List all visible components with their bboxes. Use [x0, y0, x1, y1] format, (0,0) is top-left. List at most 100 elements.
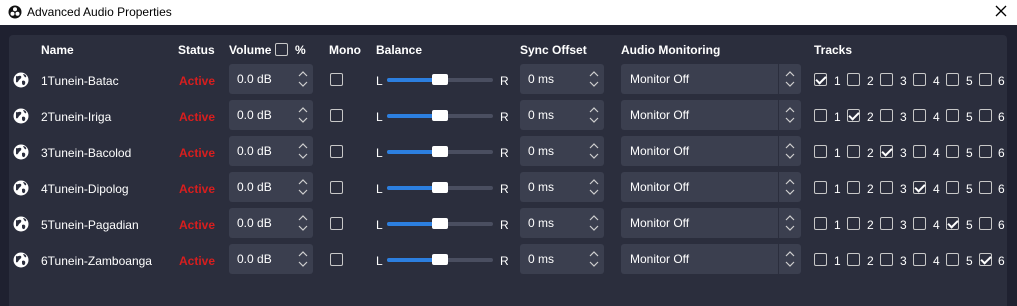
sync-offset-spinbox[interactable]: 0 ms [520, 172, 604, 202]
volume-spinbox[interactable]: 0.0 dB [229, 244, 313, 274]
track-label-5: 5 [966, 146, 973, 160]
track-checkbox-5[interactable] [946, 181, 959, 194]
mono-checkbox[interactable] [330, 217, 343, 230]
balance-right-label: R [500, 254, 509, 268]
track-checkbox-3[interactable] [880, 73, 893, 86]
balance-handle[interactable] [432, 254, 448, 265]
balance-handle[interactable] [432, 110, 448, 121]
dropdown-arrows-icon[interactable] [784, 68, 796, 90]
track-checkbox-3[interactable] [880, 253, 893, 266]
balance-slider[interactable] [387, 182, 493, 193]
close-icon[interactable] [993, 3, 1009, 19]
track-checkbox-2[interactable] [847, 217, 860, 230]
track-checkbox-2[interactable] [847, 145, 860, 158]
track-checkbox-2[interactable] [847, 109, 860, 122]
mono-checkbox[interactable] [330, 109, 343, 122]
track-checkbox-1[interactable] [814, 253, 827, 266]
balance-slider[interactable] [387, 110, 493, 121]
globe-icon [13, 216, 29, 232]
balance-slider[interactable] [387, 74, 493, 85]
spin-arrows-icon[interactable] [297, 212, 309, 234]
track-checkbox-1[interactable] [814, 181, 827, 194]
track-checkbox-4[interactable] [913, 109, 926, 122]
track-checkbox-3[interactable] [880, 145, 893, 158]
mono-checkbox[interactable] [330, 253, 343, 266]
track-checkbox-4[interactable] [913, 73, 926, 86]
track-checkbox-4[interactable] [913, 181, 926, 194]
audio-monitoring-select[interactable]: Monitor Off [621, 244, 801, 274]
audio-monitoring-select[interactable]: Monitor Off [621, 136, 801, 166]
track-checkbox-1[interactable] [814, 145, 827, 158]
track-checkbox-2[interactable] [847, 73, 860, 86]
track-checkbox-3[interactable] [880, 109, 893, 122]
track-checkbox-1[interactable] [814, 217, 827, 230]
status-badge: Active [179, 110, 216, 124]
volume-spinbox[interactable]: 0.0 dB [229, 64, 313, 94]
balance-slider[interactable] [387, 254, 493, 265]
audio-monitoring-select[interactable]: Monitor Off [621, 64, 801, 94]
audio-monitoring-select[interactable]: Monitor Off [621, 100, 801, 130]
audio-monitoring-select[interactable]: Monitor Off [621, 208, 801, 238]
sync-offset-spinbox[interactable]: 0 ms [520, 244, 604, 274]
spin-arrows-icon[interactable] [588, 68, 600, 90]
volume-value: 0.0 dB [237, 72, 272, 86]
track-checkbox-6[interactable] [979, 217, 992, 230]
dropdown-arrows-icon[interactable] [784, 248, 796, 270]
sync-offset-spinbox[interactable]: 0 ms [520, 208, 604, 238]
dropdown-arrows-icon[interactable] [784, 212, 796, 234]
dropdown-arrows-icon[interactable] [784, 140, 796, 162]
balance-handle[interactable] [432, 74, 448, 85]
track-checkbox-3[interactable] [880, 217, 893, 230]
sync-offset-spinbox[interactable]: 0 ms [520, 64, 604, 94]
track-checkbox-2[interactable] [847, 253, 860, 266]
track-label-2: 2 [867, 254, 874, 268]
track-label-1: 1 [834, 182, 841, 196]
dropdown-arrows-icon[interactable] [784, 104, 796, 126]
spin-arrows-icon[interactable] [588, 248, 600, 270]
track-checkbox-5[interactable] [946, 253, 959, 266]
spin-arrows-icon[interactable] [297, 248, 309, 270]
volume-spinbox[interactable]: 0.0 dB [229, 208, 313, 238]
track-checkbox-6[interactable] [979, 73, 992, 86]
audio-monitoring-select[interactable]: Monitor Off [621, 172, 801, 202]
track-checkbox-6[interactable] [979, 145, 992, 158]
spin-arrows-icon[interactable] [588, 140, 600, 162]
mono-checkbox[interactable] [330, 145, 343, 158]
track-checkbox-5[interactable] [946, 73, 959, 86]
track-checkbox-1[interactable] [814, 109, 827, 122]
track-label-6: 6 [998, 74, 1005, 88]
track-checkbox-4[interactable] [913, 217, 926, 230]
volume-spinbox[interactable]: 0.0 dB [229, 172, 313, 202]
spin-arrows-icon[interactable] [297, 104, 309, 126]
track-checkbox-5[interactable] [946, 217, 959, 230]
track-checkbox-5[interactable] [946, 109, 959, 122]
spin-arrows-icon[interactable] [297, 176, 309, 198]
dropdown-arrows-icon[interactable] [784, 176, 796, 198]
track-checkbox-5[interactable] [946, 145, 959, 158]
spin-arrows-icon[interactable] [588, 176, 600, 198]
spin-arrows-icon[interactable] [297, 68, 309, 90]
track-checkbox-2[interactable] [847, 181, 860, 194]
balance-slider[interactable] [387, 146, 493, 157]
track-checkbox-4[interactable] [913, 145, 926, 158]
spin-arrows-icon[interactable] [588, 104, 600, 126]
spin-arrows-icon[interactable] [588, 212, 600, 234]
sync-offset-spinbox[interactable]: 0 ms [520, 100, 604, 130]
track-checkbox-6[interactable] [979, 181, 992, 194]
track-checkbox-1[interactable] [814, 73, 827, 86]
mono-checkbox[interactable] [330, 181, 343, 194]
sync-offset-spinbox[interactable]: 0 ms [520, 136, 604, 166]
balance-handle[interactable] [432, 218, 448, 229]
volume-spinbox[interactable]: 0.0 dB [229, 136, 313, 166]
track-checkbox-6[interactable] [979, 253, 992, 266]
volume-spinbox[interactable]: 0.0 dB [229, 100, 313, 130]
track-checkbox-4[interactable] [913, 253, 926, 266]
track-checkbox-3[interactable] [880, 181, 893, 194]
mono-checkbox[interactable] [330, 73, 343, 86]
spin-arrows-icon[interactable] [297, 140, 309, 162]
track-checkbox-6[interactable] [979, 109, 992, 122]
volume-percent-checkbox[interactable] [275, 43, 288, 56]
balance-slider[interactable] [387, 218, 493, 229]
balance-handle[interactable] [432, 146, 448, 157]
balance-handle[interactable] [432, 182, 448, 193]
